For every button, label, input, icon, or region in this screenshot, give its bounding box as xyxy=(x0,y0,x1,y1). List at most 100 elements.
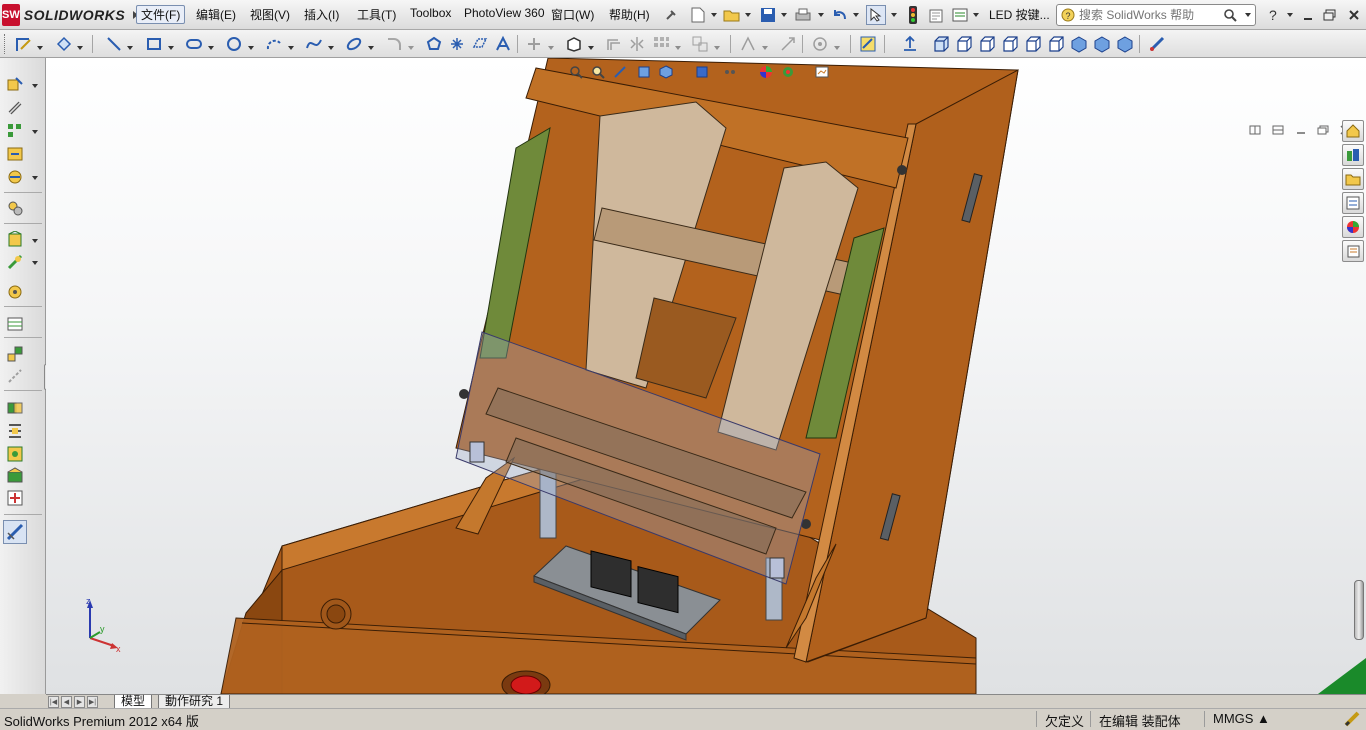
minimize-app-icon[interactable] xyxy=(1298,5,1318,25)
new-dropdown-icon[interactable] xyxy=(711,13,717,17)
open-dropdown-icon[interactable] xyxy=(745,13,751,17)
repair-sketch-icon[interactable] xyxy=(778,34,798,54)
view-dimetric-icon[interactable] xyxy=(1115,34,1135,54)
circle-dropdown-icon[interactable] xyxy=(248,46,254,50)
ellipse-icon[interactable] xyxy=(344,34,364,54)
view-back-icon[interactable] xyxy=(954,34,974,54)
last-tab-icon[interactable]: ▶| xyxy=(87,696,98,708)
view-left-icon[interactable] xyxy=(977,34,997,54)
relations-dropdown-icon[interactable] xyxy=(762,46,768,50)
file-explorer-icon[interactable] xyxy=(1342,168,1364,190)
smart-fasteners-icon[interactable] xyxy=(4,144,26,164)
reference-geometry-icon[interactable] xyxy=(4,252,26,272)
features-dropdown-icon[interactable] xyxy=(32,239,38,243)
view-settings-icon[interactable] xyxy=(814,64,830,80)
options-dropdown-icon[interactable] xyxy=(973,13,979,17)
zoom-to-fit-icon[interactable] xyxy=(568,64,584,80)
help-menu-icon[interactable]: ? xyxy=(1264,5,1284,25)
menu-toolbox[interactable]: Toolbox xyxy=(410,6,451,20)
view-orientation-icon[interactable] xyxy=(658,64,674,80)
dimension-dropdown-icon[interactable] xyxy=(77,46,83,50)
interference-detection-icon[interactable] xyxy=(4,398,26,418)
custom-properties-icon[interactable] xyxy=(1342,240,1364,262)
slot-dropdown-icon[interactable] xyxy=(208,46,214,50)
new-motion-study-icon[interactable] xyxy=(4,282,26,302)
tile-horizontal-icon[interactable] xyxy=(1248,124,1262,136)
bill-of-materials-icon[interactable] xyxy=(4,314,26,334)
restore-app-icon[interactable] xyxy=(1320,5,1340,25)
exploded-view-icon[interactable] xyxy=(4,344,26,364)
view-right-icon[interactable] xyxy=(1000,34,1020,54)
trim-icon[interactable] xyxy=(524,34,544,54)
component-pattern-icon[interactable] xyxy=(4,121,26,141)
point-icon[interactable] xyxy=(447,34,467,54)
line-dropdown-icon[interactable] xyxy=(127,46,133,50)
line-icon[interactable] xyxy=(104,34,124,54)
menu-window[interactable]: 窗口(W) xyxy=(551,6,594,23)
rectangle-dropdown-icon[interactable] xyxy=(168,46,174,50)
assembly-model[interactable] xyxy=(46,58,1366,694)
text-icon[interactable] xyxy=(493,34,513,54)
mate-icon[interactable] xyxy=(4,98,26,118)
first-tab-icon[interactable]: |◀ xyxy=(48,696,59,708)
help-search-box[interactable]: ? xyxy=(1056,4,1256,26)
move-component-icon[interactable] xyxy=(4,167,26,187)
ellipse-dropdown-icon[interactable] xyxy=(368,46,374,50)
view-trimetric-icon[interactable] xyxy=(1092,34,1112,54)
display-relations-icon[interactable] xyxy=(738,34,758,54)
viewport-scroll-thumb[interactable] xyxy=(1354,580,1364,640)
linear-pattern-icon[interactable] xyxy=(651,34,671,54)
performance-evaluation-icon[interactable] xyxy=(4,488,26,508)
sketch-dropdown-icon[interactable] xyxy=(37,46,43,50)
select-dropdown-icon[interactable] xyxy=(891,13,897,17)
new-document-icon[interactable] xyxy=(688,5,708,25)
file-properties-icon[interactable] xyxy=(926,5,946,25)
snaps-dropdown-icon[interactable] xyxy=(834,46,840,50)
restore-doc-icon[interactable] xyxy=(1316,124,1330,136)
open-folder-icon[interactable] xyxy=(722,5,742,25)
previous-tab-icon[interactable]: ◀ xyxy=(61,696,72,708)
menu-file[interactable]: 文件(F) xyxy=(136,5,186,24)
assembly-features-icon[interactable] xyxy=(4,230,26,250)
assembly-visualization-icon[interactable] xyxy=(4,466,26,486)
display-style-icon[interactable] xyxy=(694,64,710,80)
save-icon[interactable] xyxy=(758,5,778,25)
menu-edit[interactable]: 编辑(E) xyxy=(196,6,236,23)
unit-system[interactable]: MMGS ▲ xyxy=(1213,711,1270,726)
next-tab-icon[interactable]: ▶ xyxy=(74,696,85,708)
menu-tools[interactable]: 工具(T) xyxy=(357,6,396,23)
menu-insert[interactable]: 插入(I) xyxy=(304,6,339,23)
pattern-dropdown-icon[interactable] xyxy=(675,46,681,50)
view-isometric-icon[interactable] xyxy=(1069,34,1089,54)
convert-entities-icon[interactable] xyxy=(564,34,584,54)
circle-icon[interactable] xyxy=(224,34,244,54)
graphics-area[interactable]: z x y xyxy=(46,58,1366,694)
toolbar-grip[interactable] xyxy=(4,34,7,54)
menu-view[interactable]: 视图(V) xyxy=(250,6,290,23)
insert-dropdown-icon[interactable] xyxy=(32,84,38,88)
edit-appearance-icon[interactable] xyxy=(758,64,774,80)
led-button-label[interactable]: LED 按键... xyxy=(989,6,1050,23)
fillet-icon[interactable] xyxy=(384,34,404,54)
solidworks-resources-icon[interactable] xyxy=(1342,120,1364,142)
tab-model[interactable]: 模型 xyxy=(114,695,153,709)
menu-help[interactable]: 帮助(H) xyxy=(609,6,650,23)
offset-icon[interactable] xyxy=(604,34,624,54)
clearance-verification-icon[interactable] xyxy=(4,421,26,441)
move-dropdown-icon[interactable] xyxy=(32,176,38,180)
apply-scene-icon[interactable] xyxy=(780,64,796,80)
view-top-icon[interactable] xyxy=(1023,34,1043,54)
zoom-to-area-icon[interactable] xyxy=(590,64,606,80)
tab-motion-study[interactable]: 動作研究 1 xyxy=(158,695,231,709)
rectangle-icon[interactable] xyxy=(144,34,164,54)
view-front-icon[interactable] xyxy=(931,34,951,54)
select-icon[interactable] xyxy=(866,5,886,25)
section-view-icon[interactable] xyxy=(636,64,652,80)
arc-dropdown-icon[interactable] xyxy=(288,46,294,50)
solidworks-logo[interactable]: SW SOLIDWORKS xyxy=(2,3,139,27)
reference-dropdown-icon[interactable] xyxy=(32,261,38,265)
save-dropdown-icon[interactable] xyxy=(781,13,787,17)
menu-photoview[interactable]: PhotoView 360 xyxy=(464,6,545,20)
arc-icon[interactable] xyxy=(264,34,284,54)
slot-icon[interactable] xyxy=(184,34,204,54)
